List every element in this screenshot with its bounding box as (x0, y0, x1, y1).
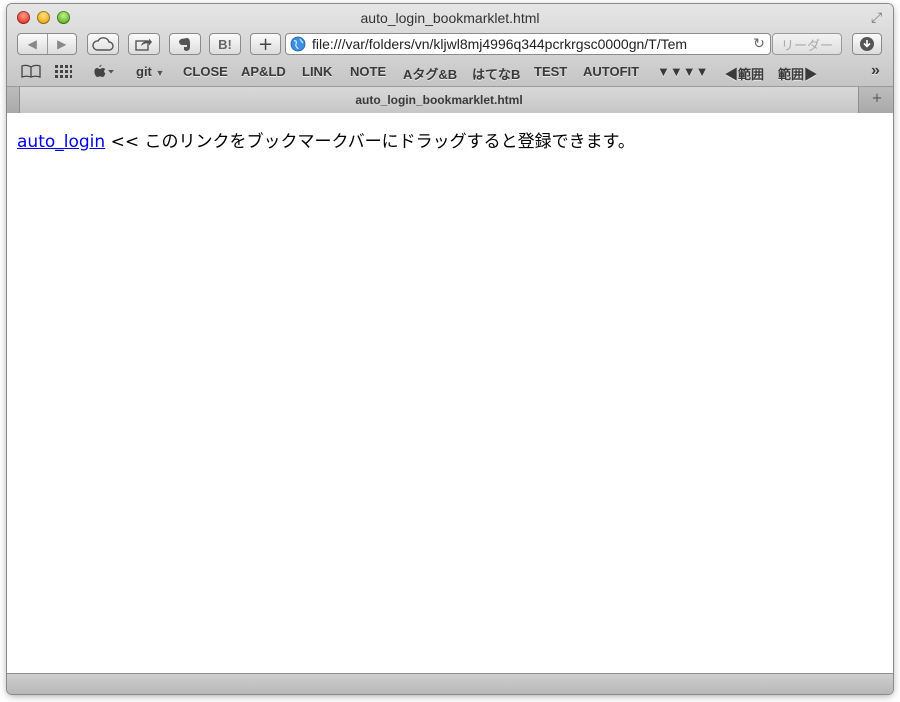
status-bar (7, 673, 893, 694)
bookmark-triangles[interactable]: ▼▼▼▼ (657, 64, 708, 79)
forward-arrow-icon: ▶ (57, 37, 67, 51)
hatena-bookmark-button[interactable]: B! (209, 33, 241, 55)
bookmark-range-left[interactable]: ◀範囲 (725, 64, 764, 83)
bookmark-hatena[interactable]: はてなB (472, 64, 520, 83)
page-content: auto_login << このリンクをブックマークバーにドラッグすると登録でき… (7, 113, 893, 673)
download-icon (860, 37, 874, 51)
new-tab-button[interactable]: + (867, 91, 887, 109)
instruction-line: auto_login << このリンクをブックマークバーにドラッグすると登録でき… (17, 127, 635, 152)
back-arrow-icon: ◀ (27, 37, 37, 51)
icloud-tabs-button[interactable] (87, 33, 119, 55)
cloud-icon (92, 37, 114, 51)
plus-icon: + (257, 33, 274, 55)
plus-icon: + (871, 91, 883, 106)
bookmark-apld[interactable]: AP&LD (241, 64, 286, 79)
forward-button[interactable]: ▶ (48, 34, 77, 54)
downloads-button[interactable] (852, 33, 882, 55)
auto-login-link[interactable]: auto_login (17, 132, 105, 152)
bookmark-note[interactable]: NOTE (350, 64, 386, 79)
back-button[interactable]: ◀ (18, 34, 47, 54)
browser-chrome: auto_login_bookmarklet.html ⤢ ◀ ▶ B! + f… (7, 4, 893, 113)
reading-list-icon[interactable] (21, 64, 41, 81)
bookmark-label: git (136, 64, 152, 79)
chevron-down-icon: ▼ (155, 68, 165, 78)
reader-button[interactable]: リーダー (772, 33, 842, 55)
bookmark-test[interactable]: TEST (534, 64, 567, 79)
globe-icon (290, 36, 306, 52)
tab-title: auto_login_bookmarklet.html (355, 93, 523, 107)
share-button[interactable] (128, 33, 160, 55)
top-sites-grid-icon[interactable] (54, 64, 72, 81)
evernote-elephant-icon (179, 37, 190, 51)
bookmark-autofit[interactable]: AUTOFIT (583, 64, 639, 79)
bookmark-git[interactable]: git ▼ (136, 64, 164, 79)
bookmark-a-tag[interactable]: Aタグ&B (403, 64, 457, 83)
reload-icon[interactable]: ↻ (751, 36, 767, 52)
bookmark-link[interactable]: LINK (302, 64, 332, 79)
window-title: auto_login_bookmarklet.html (360, 10, 540, 26)
fullscreen-icon[interactable]: ⤢ (871, 11, 887, 25)
back-forward-group: ◀ ▶ (17, 33, 77, 55)
bookmark-close[interactable]: CLOSE (183, 64, 228, 79)
tab-auto-login[interactable]: auto_login_bookmarklet.html (19, 87, 859, 113)
add-bookmark-button[interactable]: + (250, 33, 281, 55)
title-bar: auto_login_bookmarklet.html ⤢ (7, 4, 893, 28)
bookmark-range-right[interactable]: 範囲▶ (778, 64, 817, 83)
browser-window: auto_login_bookmarklet.html ⤢ ◀ ▶ B! + f… (7, 4, 893, 694)
instruction-text: << このリンクをブックマークバーにドラッグすると登録できます。 (105, 132, 635, 152)
evernote-button[interactable] (169, 33, 201, 55)
toolbar: ◀ ▶ B! + file:///var/folders/vn/kljwl8mj… (7, 33, 893, 59)
bookmarks-overflow-icon[interactable]: » (871, 62, 880, 80)
address-bar[interactable]: file:///var/folders/vn/kljwl8mj4996q344p… (285, 33, 771, 55)
url-input[interactable]: file:///var/folders/vn/kljwl8mj4996q344p… (312, 36, 751, 52)
bookmarks-bar: git ▼ CLOSE AP&LD LINK NOTE Aタグ&B はてなB T… (7, 62, 893, 82)
share-icon (135, 38, 152, 51)
apple-menu-icon[interactable] (91, 64, 115, 81)
tab-bar: auto_login_bookmarklet.html + (7, 86, 893, 113)
hatena-bookmark-icon: B! (218, 36, 232, 52)
